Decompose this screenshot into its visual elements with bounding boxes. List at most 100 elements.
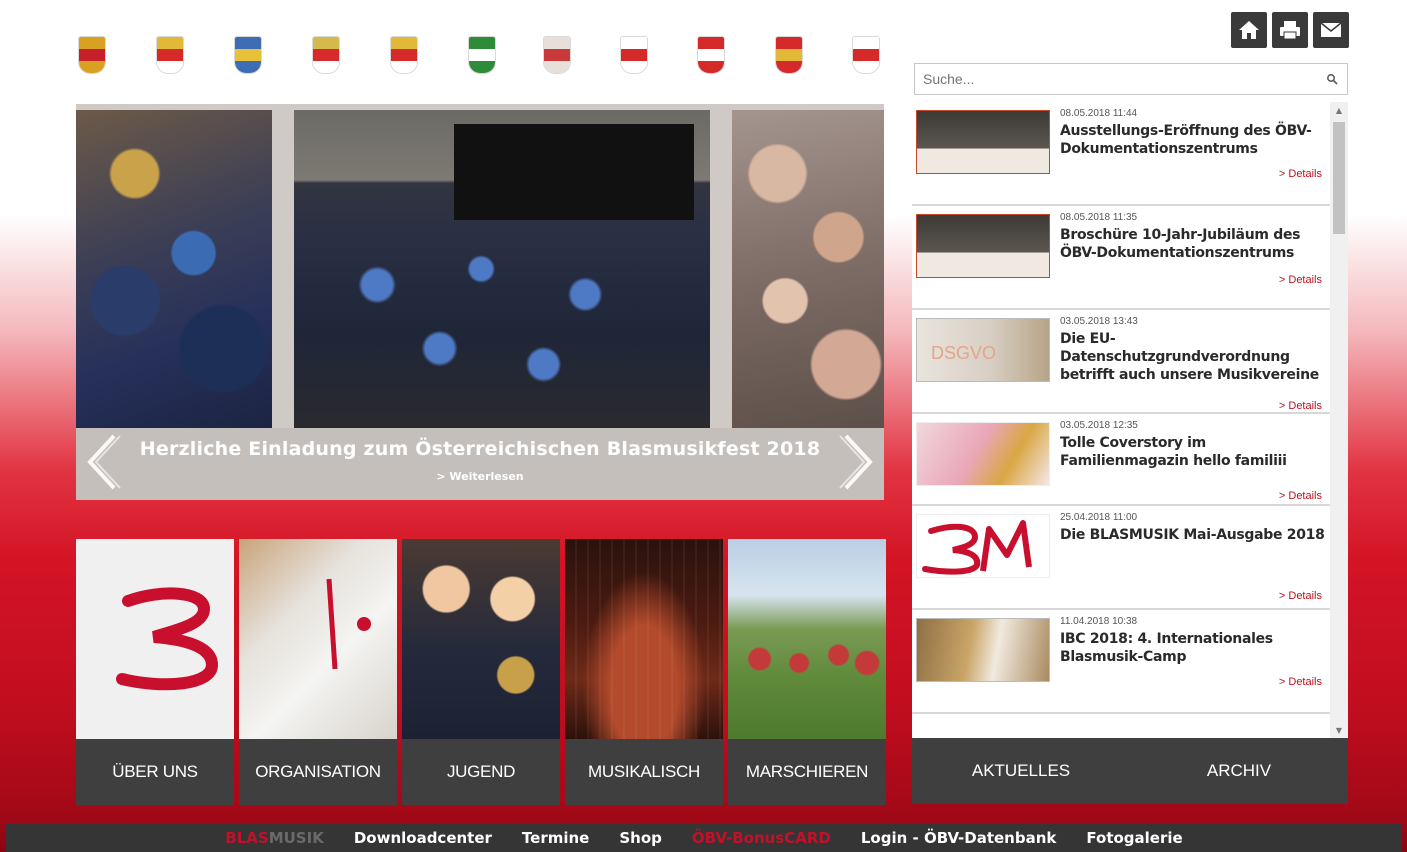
tile-marschieren[interactable]: MARSCHIEREN xyxy=(728,539,886,805)
crest-oberoesterreich[interactable] xyxy=(312,36,340,74)
tile-label: ÜBER UNS xyxy=(76,739,234,805)
news-title[interactable]: Tolle Coverstory im Familienmagazin hell… xyxy=(1060,434,1326,470)
printer-icon[interactable] xyxy=(1272,12,1308,48)
search-icon[interactable] xyxy=(1317,64,1347,94)
footer-link-fotogalerie[interactable]: Fotogalerie xyxy=(1086,829,1182,847)
crest-band xyxy=(544,49,570,62)
crest-band xyxy=(853,61,879,73)
crest-band xyxy=(469,37,495,50)
tile-image-concert-band xyxy=(565,539,723,739)
crest-band xyxy=(776,49,802,62)
news-title[interactable]: Die EU-Datenschutzgrundverordnung betrif… xyxy=(1060,330,1326,384)
brand-part-blas: BLAS xyxy=(225,829,269,847)
news-item[interactable]: 11.04.2018 10:38 IBC 2018: 4. Internatio… xyxy=(912,610,1330,714)
scroll-up-icon[interactable]: ▲ xyxy=(1330,102,1348,118)
tile-organisation[interactable]: ORGANISATION xyxy=(239,539,397,805)
crest-band xyxy=(313,37,339,50)
crest-band xyxy=(235,61,261,73)
crest-steiermark[interactable] xyxy=(468,36,496,74)
footer-link-shop[interactable]: Shop xyxy=(619,829,662,847)
crest-burgenland[interactable] xyxy=(78,36,106,74)
news-list: 08.05.2018 11:44 Ausstellungs-Eröffnung … xyxy=(912,102,1330,714)
slider-next-arrow-icon[interactable] xyxy=(838,432,878,492)
tile-image-youth-trumpets xyxy=(402,539,560,739)
crest-kaernten[interactable] xyxy=(156,36,184,74)
news-date: 11.04.2018 10:38 xyxy=(1060,616,1138,627)
footer-link-login-datenbank[interactable]: Login - ÖBV-Datenbank xyxy=(861,829,1057,847)
news-date: 08.05.2018 11:44 xyxy=(1060,108,1138,119)
tab-archiv[interactable]: ARCHIV xyxy=(1130,738,1348,804)
news-title[interactable]: Ausstellungs-Eröffnung des ÖBV-Dokumenta… xyxy=(1060,122,1326,158)
news-details-link[interactable]: > Details xyxy=(1279,400,1322,412)
crest-band xyxy=(469,49,495,62)
crest-band xyxy=(157,37,183,50)
news-item[interactable]: 25.04.2018 11:00 Die BLASMUSIK Mai-Ausga… xyxy=(912,506,1330,610)
crest-band xyxy=(391,49,417,62)
slider-prev-arrow-icon[interactable] xyxy=(82,432,122,492)
slider-read-more-link[interactable]: > Weiterlesen xyxy=(76,470,884,483)
news-details-link[interactable]: > Details xyxy=(1279,168,1322,180)
footer-link-bonuscard[interactable]: ÖBV-BonusCARD xyxy=(692,829,831,847)
tile-jugend[interactable]: JUGEND xyxy=(402,539,560,805)
news-item[interactable]: DSGVO 03.05.2018 13:43 Die EU-Datenschut… xyxy=(912,310,1330,414)
footer-nav: BLASMUSIK Downloadcenter Termine Shop ÖB… xyxy=(6,824,1402,852)
crest-band xyxy=(621,61,647,73)
crest-wien[interactable] xyxy=(775,36,803,74)
brand-part-musik: MUSIK xyxy=(268,829,324,847)
crest-row xyxy=(78,36,888,84)
tile-label: MUSIKALISCH xyxy=(565,739,723,805)
crest-band xyxy=(469,61,495,73)
search-input[interactable] xyxy=(915,64,1317,94)
crest-band xyxy=(544,61,570,73)
crest-band xyxy=(544,37,570,50)
footer-brand-link[interactable]: BLASMUSIK xyxy=(225,829,324,847)
crest-band xyxy=(776,61,802,73)
crest-band xyxy=(621,49,647,62)
news-scrollbar[interactable]: ▲ ▼ xyxy=(1330,102,1348,738)
crest-niederoesterreich[interactable] xyxy=(234,36,262,74)
tab-aktuelles[interactable]: AKTUELLES xyxy=(912,738,1130,804)
slider-photo-audience xyxy=(732,110,884,428)
news-details-link[interactable]: > Details xyxy=(1279,590,1322,602)
news-title[interactable]: Broschüre 10-Jahr-Jubiläum des ÖBV-Dokum… xyxy=(1060,226,1326,262)
news-date: 25.04.2018 11:00 xyxy=(1060,512,1138,523)
crest-tirol[interactable] xyxy=(620,36,648,74)
tile-musikalisch[interactable]: MUSIKALISCH xyxy=(565,539,723,805)
home-icon[interactable] xyxy=(1231,12,1267,48)
tile-label: ORGANISATION xyxy=(239,739,397,805)
tile-label: JUGEND xyxy=(402,739,560,805)
news-item[interactable]: 08.05.2018 11:44 Ausstellungs-Eröffnung … xyxy=(912,102,1330,206)
news-title[interactable]: Die BLASMUSIK Mai-Ausgabe 2018 xyxy=(1060,526,1326,544)
scroll-down-icon[interactable]: ▼ xyxy=(1330,722,1348,738)
scroll-thumb[interactable] xyxy=(1333,122,1345,234)
tile-image-papers xyxy=(239,539,397,739)
search-box xyxy=(914,63,1348,95)
news-title[interactable]: IBC 2018: 4. Internationales Blasmusik-C… xyxy=(1060,630,1326,666)
news-thumbnail xyxy=(916,214,1050,278)
mail-icon[interactable] xyxy=(1313,12,1349,48)
news-thumbnail xyxy=(916,618,1050,682)
crest-suedtirol[interactable] xyxy=(543,36,571,74)
slider-title[interactable]: Herzliche Einladung zum Österreichischen… xyxy=(76,438,884,460)
news-date: 08.05.2018 11:35 xyxy=(1060,212,1138,223)
tile-image-logo xyxy=(76,539,234,739)
news-thumbnail xyxy=(916,110,1050,174)
news-item[interactable]: 03.05.2018 12:35 Tolle Coverstory im Fam… xyxy=(912,414,1330,506)
crest-band xyxy=(79,37,105,50)
news-thumbnail xyxy=(916,422,1050,486)
crest-vorarlberg[interactable] xyxy=(697,36,725,74)
crest-salzburg[interactable] xyxy=(390,36,418,74)
slider-photo-festival-crowd xyxy=(294,110,710,428)
crest-liechtenstein[interactable] xyxy=(852,36,880,74)
news-details-link[interactable]: > Details xyxy=(1279,274,1322,286)
news-details-link[interactable]: > Details xyxy=(1279,676,1322,688)
crest-band xyxy=(79,61,105,73)
footer-link-termine[interactable]: Termine xyxy=(522,829,589,847)
footer-link-downloadcenter[interactable]: Downloadcenter xyxy=(354,829,492,847)
crest-band xyxy=(391,61,417,73)
news-item[interactable]: 08.05.2018 11:35 Broschüre 10-Jahr-Jubil… xyxy=(912,206,1330,310)
crest-band xyxy=(853,37,879,50)
crest-band xyxy=(621,37,647,50)
tile-ueber-uns[interactable]: ÜBER UNS xyxy=(76,539,234,805)
news-details-link[interactable]: > Details xyxy=(1279,490,1322,502)
